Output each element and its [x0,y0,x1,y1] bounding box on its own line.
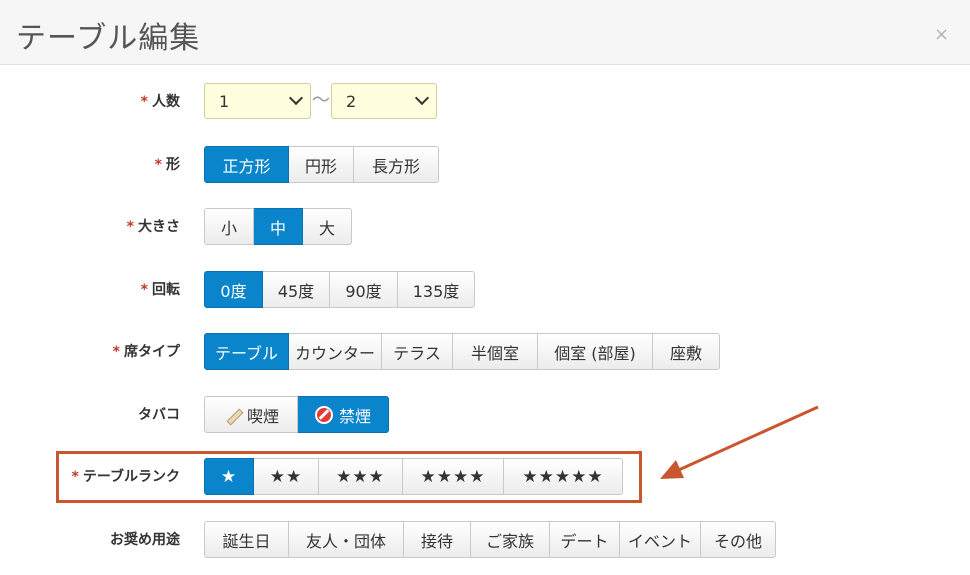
annotation-arrow-icon [660,405,819,479]
